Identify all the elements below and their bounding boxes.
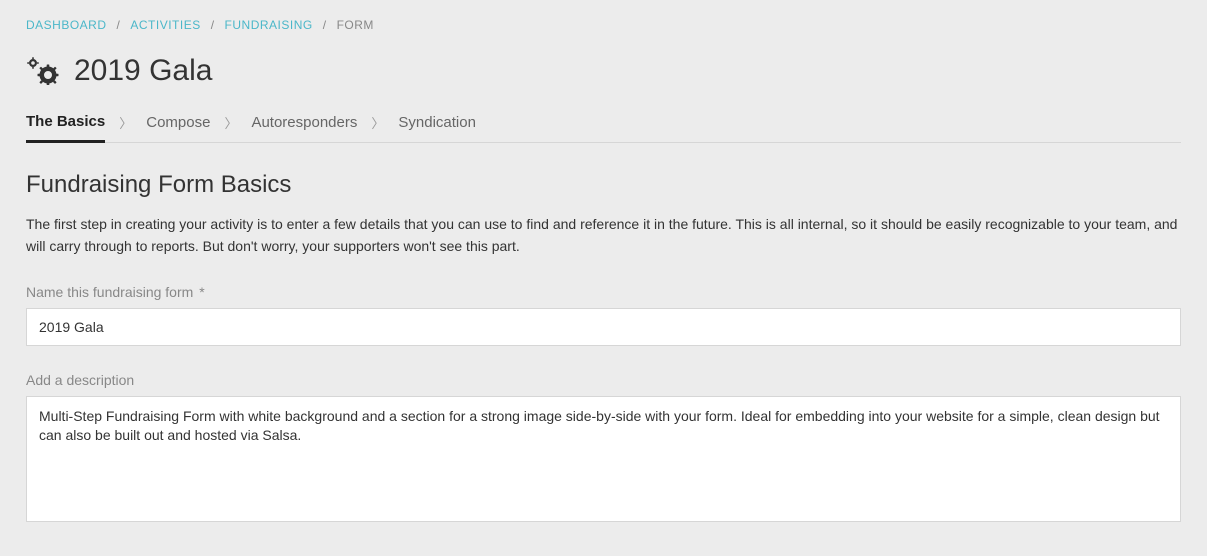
section-description: The first step in creating your activity… xyxy=(26,213,1181,258)
page-title: 2019 Gala xyxy=(74,54,212,88)
required-marker: * xyxy=(199,284,204,300)
chevron-right-icon: 〉 xyxy=(119,113,132,132)
breadcrumb-separator: / xyxy=(211,18,215,32)
form-description-textarea[interactable] xyxy=(26,396,1181,522)
gears-icon xyxy=(26,57,60,85)
tab-syndication[interactable]: Syndication xyxy=(398,114,476,143)
breadcrumb-separator: / xyxy=(323,18,327,32)
chevron-right-icon: 〉 xyxy=(371,113,384,132)
chevron-right-icon: 〉 xyxy=(224,113,237,132)
tab-compose[interactable]: Compose xyxy=(146,114,210,143)
breadcrumb-link-activities[interactable]: ACTIVITIES xyxy=(130,18,200,32)
tab-autoresponders[interactable]: Autoresponders xyxy=(251,114,357,143)
page-title-row: 2019 Gala xyxy=(26,54,1181,88)
form-name-label: Name this fundraising form * xyxy=(26,284,1181,300)
breadcrumb-separator: / xyxy=(117,18,121,32)
breadcrumb-current: FORM xyxy=(337,18,374,32)
section-heading: Fundraising Form Basics xyxy=(26,171,1181,199)
tab-the-basics[interactable]: The Basics xyxy=(26,113,105,143)
breadcrumb-link-dashboard[interactable]: DASHBOARD xyxy=(26,18,107,32)
form-name-input[interactable] xyxy=(26,308,1181,346)
breadcrumb: DASHBOARD / ACTIVITIES / FUNDRAISING / F… xyxy=(26,18,1181,32)
breadcrumb-link-fundraising[interactable]: FUNDRAISING xyxy=(225,18,313,32)
form-name-label-text: Name this fundraising form xyxy=(26,284,193,300)
step-tabs: The Basics 〉 Compose 〉 Autoresponders 〉 … xyxy=(26,112,1181,143)
form-description-label: Add a description xyxy=(26,372,1181,388)
